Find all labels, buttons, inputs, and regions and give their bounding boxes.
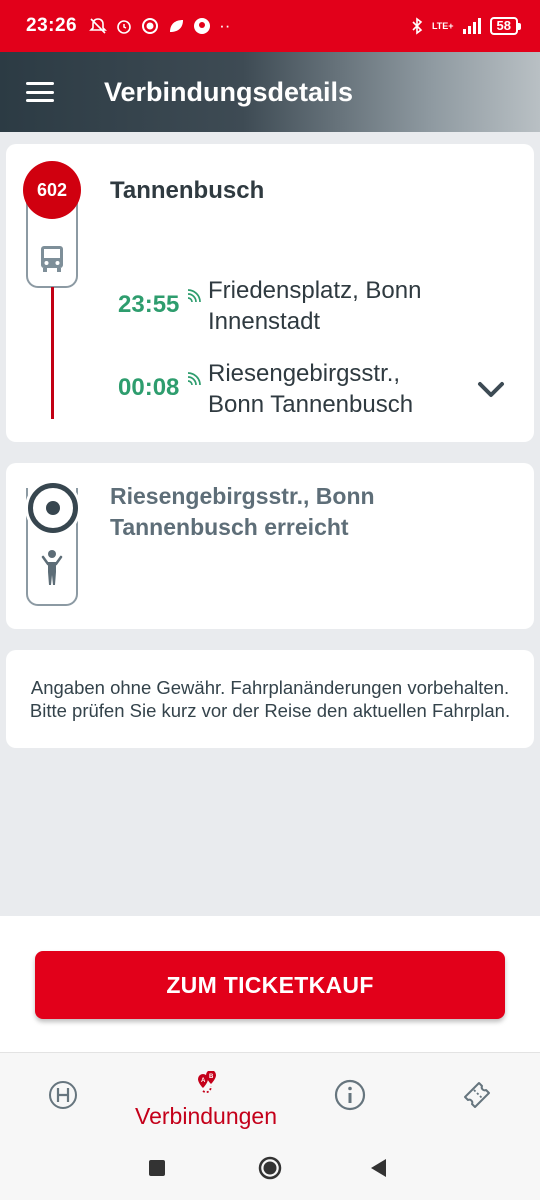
destination-target-icon: [28, 483, 78, 533]
status-right: LTE+ 58: [410, 17, 522, 35]
disclaimer-text: Angaben ohne Gewähr. Fahrplanänderungen …: [29, 677, 511, 721]
nav-item-info[interactable]: [320, 1053, 380, 1137]
system-navigation-bar: [0, 1136, 540, 1200]
svg-text:A: A: [201, 1078, 206, 1084]
walking-person-icon: [41, 550, 63, 585]
status-bar: 23:26 ·· LTE+ 58: [0, 0, 540, 52]
page-title: Verbindungsdetails: [104, 76, 354, 107]
back-triangle-icon[interactable]: [371, 1159, 387, 1177]
arrival-text-line1: Riesengebirgsstr., Bonn: [110, 483, 375, 509]
home-circle-icon[interactable]: [258, 1156, 282, 1180]
ticket-purchase-button[interactable]: ZUM TICKETKAUF: [35, 951, 505, 1019]
nav-item-label: Verbindungen: [135, 1102, 277, 1129]
disclaimer-card: Angaben ohne Gewähr. Fahrplanänderungen …: [6, 650, 534, 748]
stop-arrival: 00:08 Riesengebirgsstr., Bonn Tannenbusc…: [118, 358, 413, 420]
record-icon: [142, 18, 159, 34]
more-notifications-icon: ··: [219, 16, 231, 35]
hamburger-menu-icon: [26, 82, 54, 102]
network-type: LTE+: [431, 21, 454, 31]
bus-icon: [41, 246, 63, 272]
status-time: 23:26: [26, 15, 78, 36]
svg-text:B: B: [209, 1074, 214, 1080]
menu-button[interactable]: [0, 52, 80, 132]
stop-departure: 23:55 Friedensplatz, Bonn Innenstadt: [118, 275, 421, 337]
realtime-icon: [187, 289, 201, 303]
status-icons: ··: [89, 16, 230, 36]
arrival-text-line2: Tannenbusch erreicht: [110, 514, 349, 540]
bell-off-icon: [89, 18, 108, 34]
nav-item-connections[interactable]: A B Verbindungen: [118, 1053, 294, 1137]
leg-card: 602 Tannenbusch 23:55 Friedensplatz, Bon…: [6, 144, 534, 442]
stop-name-line2: Bonn Tannenbusch: [208, 391, 414, 418]
route-line: [51, 287, 54, 419]
signal-icon: [462, 18, 481, 34]
stop-name-line2: Innenstadt: [208, 308, 321, 335]
arrival-text: Riesengebirgsstr., Bonn Tannenbusch erre…: [110, 481, 500, 543]
leg-destination: Tannenbusch: [110, 177, 265, 204]
battery-indicator: 58: [489, 17, 522, 35]
recents-square-icon[interactable]: [149, 1160, 165, 1176]
nav-item-tickets[interactable]: [446, 1053, 508, 1137]
nav-item-stops[interactable]: [34, 1053, 92, 1137]
app-bar: Verbindungsdetails: [0, 52, 540, 132]
stop-h-icon: [49, 1081, 77, 1109]
info-icon: [334, 1079, 366, 1111]
alarm-icon: [117, 20, 131, 34]
app-icon: [194, 18, 211, 34]
stop-name: Friedensplatz, Bonn Innenstadt: [208, 275, 421, 337]
bluetooth-icon: [412, 17, 423, 35]
stop-name-line1: Riesengebirgsstr.,: [208, 360, 401, 387]
route-ab-icon: A B: [198, 1070, 216, 1093]
arrival-card: Riesengebirgsstr., Bonn Tannenbusch erre…: [6, 463, 534, 629]
realtime-icon: [187, 372, 201, 386]
ticket-area: ZUM TICKETKAUF: [0, 916, 540, 1052]
ticket-icon: [464, 1082, 490, 1108]
leaf-icon: [170, 20, 184, 32]
bottom-navigation: A B Verbindungen: [0, 1052, 540, 1136]
stop-name-line1: Friedensplatz, Bonn: [208, 277, 422, 304]
stop-name: Riesengebirgsstr., Bonn Tannenbusch: [208, 358, 413, 420]
chevron-down-icon[interactable]: [474, 377, 508, 401]
line-badge: 602: [23, 161, 81, 219]
